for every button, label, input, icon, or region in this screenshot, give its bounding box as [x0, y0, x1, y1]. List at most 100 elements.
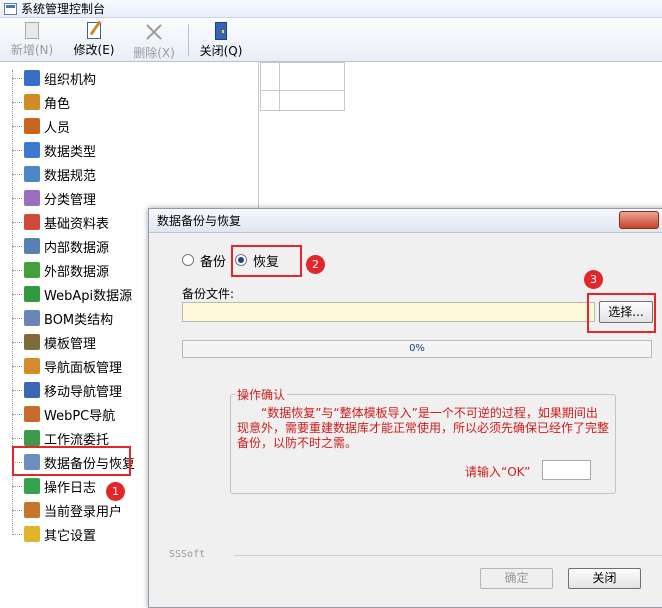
edit-button[interactable]: 修改(E)	[70, 20, 118, 60]
tree-item-label: 导航面板管理	[44, 360, 123, 376]
tree-item-label: 移动导航管理	[44, 384, 123, 400]
tree-item-label: 其它设置	[44, 528, 97, 544]
tree-item[interactable]: 基础资料表	[0, 210, 109, 234]
confirm-message: “数据恢复”与“整体模板导入”是一个不可逆的过程，如果期间出现意外，需要重建数据…	[237, 406, 610, 450]
settings-icon	[24, 526, 40, 542]
backup-file-label: 备份文件:	[182, 287, 235, 301]
tree-item[interactable]: 内部数据源	[0, 234, 109, 258]
tree-item[interactable]: 操作日志	[0, 474, 96, 498]
tree-item[interactable]: 当前登录用户	[0, 498, 122, 522]
tree-connector	[12, 77, 22, 79]
tree-item[interactable]: 移动导航管理	[0, 378, 122, 402]
backup-file-input[interactable]	[182, 302, 595, 322]
grid-row-header	[260, 90, 280, 111]
delete-x-icon	[144, 22, 164, 42]
tree-item[interactable]: WebPC导航	[0, 402, 115, 426]
delete-button-label: 删除(X)	[133, 46, 175, 60]
tree-item-label: 数据规范	[44, 168, 97, 184]
mobile-nav-icon	[24, 382, 40, 398]
progress-bar: 0%	[182, 340, 652, 358]
tree-item[interactable]: 外部数据源	[0, 258, 109, 282]
tree-connector	[12, 101, 22, 103]
tree-item[interactable]: 导航面板管理	[0, 354, 122, 378]
tree-item[interactable]: WebApi数据源	[0, 282, 132, 306]
tree-item-label: 模板管理	[44, 336, 97, 352]
bom-icon	[24, 310, 40, 326]
tree-connector	[12, 149, 22, 151]
nav-panel-icon	[24, 358, 40, 374]
log-icon	[24, 478, 40, 494]
tree-connector	[12, 485, 22, 487]
tree-connector	[12, 365, 22, 367]
annotation-badge-1: 1	[106, 482, 125, 501]
tree-connector	[12, 293, 22, 295]
backup-radio[interactable]: 备份	[182, 251, 227, 270]
tree-item[interactable]: BOM类结构	[0, 306, 113, 330]
toolbar-separator	[188, 24, 189, 56]
tree-item[interactable]: 分类管理	[0, 186, 96, 210]
backup-radio-label: 备份	[200, 254, 227, 270]
grid-header-cell	[279, 62, 345, 91]
footer-separator	[234, 555, 662, 556]
highlight-choose-button	[587, 293, 656, 333]
tree-item[interactable]: 角色	[0, 90, 70, 114]
tree-item-label: 工作流委托	[44, 432, 110, 448]
delete-button[interactable]: 删除(X)	[130, 20, 178, 60]
tree-item-label: 数据类型	[44, 144, 97, 160]
annotation-badge-2: 2	[306, 255, 325, 274]
new-document-icon	[25, 22, 39, 39]
tree-item-label: 组织机构	[44, 72, 97, 88]
tree-connector	[12, 245, 22, 247]
edit-pencil-icon	[87, 22, 101, 39]
tree-item[interactable]: 组织机构	[0, 66, 96, 90]
close-button[interactable]: 关闭	[568, 568, 641, 589]
highlight-restore-radio	[231, 245, 302, 277]
window-titlebar: 系统管理控制台	[0, 0, 662, 18]
tree-connector	[12, 197, 22, 199]
dialog-close-button[interactable]	[619, 211, 659, 229]
confirm-legend: 操作确认	[235, 386, 288, 403]
tree-item-label: 角色	[44, 96, 71, 112]
brand-label: SSSoft	[169, 549, 206, 560]
tree-item-label: 当前登录用户	[44, 504, 123, 520]
data-grid	[260, 62, 345, 111]
tree-item-label: 基础资料表	[44, 216, 110, 232]
progress-text: 0%	[409, 343, 425, 354]
toolbar: 新增(N) 修改(E) 删除(X) 关闭(Q)	[0, 18, 662, 62]
tree-item-label: 操作日志	[44, 480, 97, 496]
tree-connector	[12, 413, 22, 415]
close-toolbar-label: 关闭(Q)	[199, 44, 243, 58]
tree-item[interactable]: 数据规范	[0, 162, 96, 186]
tree-item[interactable]: 其它设置	[0, 522, 96, 546]
tree-connector	[12, 389, 22, 391]
tree-item-label: WebPC导航	[44, 408, 116, 424]
tree-connector	[12, 269, 22, 271]
highlight-backup-menu	[12, 446, 131, 476]
external-datasource-icon	[24, 262, 40, 278]
tree-item[interactable]: 人员	[0, 114, 70, 138]
tree-item-label: 分类管理	[44, 192, 97, 208]
org-tree-icon	[24, 70, 40, 86]
tree-connector	[12, 341, 22, 343]
new-button-label: 新增(N)	[10, 43, 54, 57]
tree-connector	[12, 437, 22, 439]
ok-button[interactable]: 确定	[480, 568, 553, 589]
tree-item[interactable]: 数据类型	[0, 138, 96, 162]
backup-radio-circle[interactable]	[182, 254, 194, 266]
backup-restore-dialog: 数据备份与恢复 备份 恢复 备份文件: 选择... 0% 操作确认 “数据恢复”…	[148, 208, 662, 608]
tree-connector	[12, 317, 22, 319]
data-spec-icon	[24, 166, 40, 182]
tree-item-label: 人员	[44, 120, 71, 136]
user-icon	[24, 118, 40, 134]
new-button[interactable]: 新增(N)	[8, 20, 56, 60]
app-window-icon	[4, 2, 17, 15]
tree-item-label: 内部数据源	[44, 240, 110, 256]
tree-item[interactable]: 模板管理	[0, 330, 96, 354]
close-toolbar-button[interactable]: 关闭(Q)	[197, 20, 245, 60]
tree-item-label: WebApi数据源	[44, 288, 133, 304]
grid-data-cell[interactable]	[279, 90, 345, 111]
template-icon	[24, 334, 40, 350]
internal-datasource-icon	[24, 238, 40, 254]
confirm-code-input[interactable]	[542, 460, 591, 480]
annotation-badge-3: 3	[584, 270, 603, 289]
